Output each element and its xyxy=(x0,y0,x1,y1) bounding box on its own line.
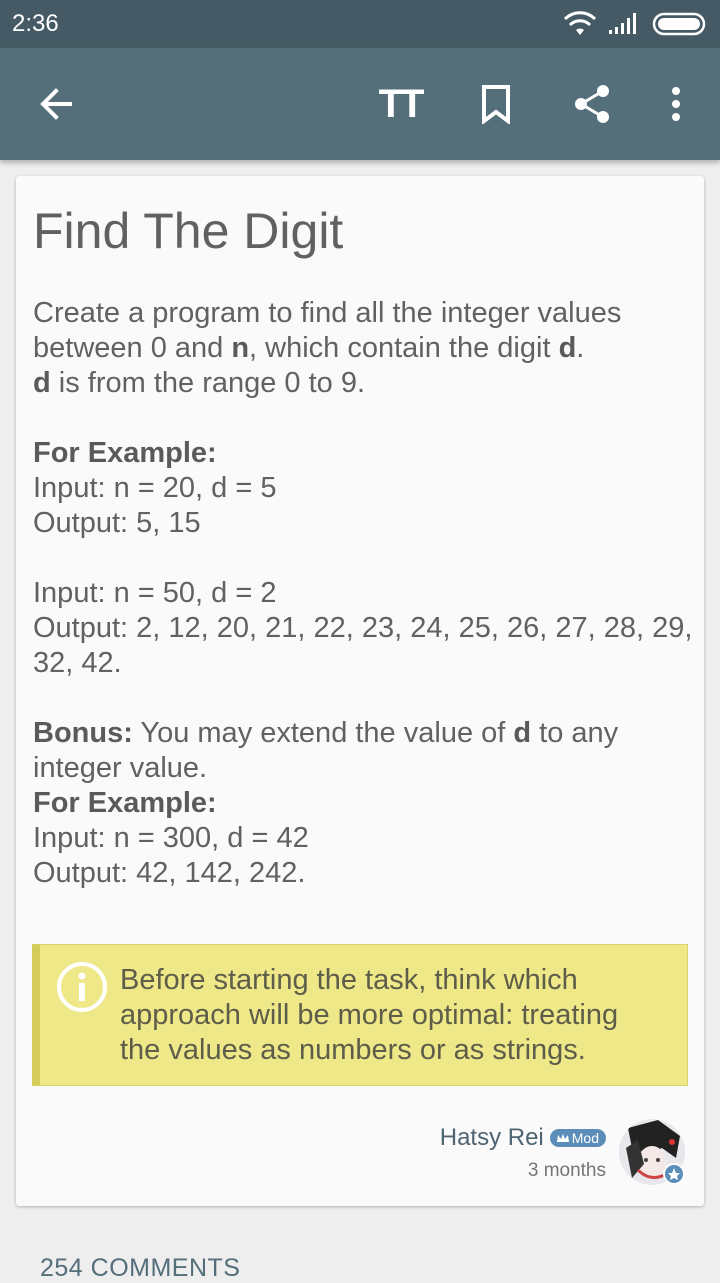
example-input: Input: n = 300, d = 42 xyxy=(33,822,309,854)
info-note: Before starting the task, think which ap… xyxy=(32,944,688,1086)
example-heading: For Example: xyxy=(33,437,217,469)
bonus-line: integer value. xyxy=(33,752,208,784)
info-icon xyxy=(57,962,107,1012)
bookmark-button[interactable] xyxy=(464,72,528,136)
example-heading: For Example: xyxy=(33,787,217,819)
share-icon xyxy=(575,85,609,123)
lesson-body: Create a program to find all the integer… xyxy=(33,296,693,891)
example-output: 32, 42. xyxy=(33,647,122,679)
example-output: Output: 2, 12, 20, 21, 22, 23, 24, 25, 2… xyxy=(33,612,693,644)
status-time: 2:36 xyxy=(12,10,59,37)
example-output: Output: 42, 142, 242. xyxy=(33,857,306,889)
battery-icon xyxy=(652,12,706,36)
note-text: Before starting the task, think which ap… xyxy=(120,964,619,1066)
share-button[interactable] xyxy=(560,72,624,136)
intro-line: d is from the range 0 to 9. xyxy=(33,367,366,399)
more-options-button[interactable] xyxy=(644,72,708,136)
author-info[interactable]: Hatsy Rei Mod 3 months xyxy=(440,1124,606,1182)
bonus-line: Bonus: You may extend the value of d to … xyxy=(33,717,619,749)
mod-badge: Mod xyxy=(549,1129,606,1147)
example-output: Output: 5, 15 xyxy=(33,507,201,539)
intro-line: between 0 and n, which contain the digit… xyxy=(33,332,585,364)
avatar[interactable] xyxy=(618,1118,686,1186)
example-input: Input: n = 50, d = 2 xyxy=(33,577,277,609)
text-size-button[interactable]: TT xyxy=(368,72,432,136)
post-time: 3 months xyxy=(527,1160,606,1181)
app-toolbar: TT xyxy=(0,48,720,160)
intro-line: Create a program to find all the integer… xyxy=(33,297,622,329)
signal-icon xyxy=(609,13,636,34)
wifi-icon xyxy=(564,11,596,35)
text-size-icon: TT xyxy=(378,81,425,126)
more-vert-icon xyxy=(672,87,680,121)
back-button[interactable] xyxy=(24,72,88,136)
avatar-image xyxy=(619,1119,685,1185)
lesson-card: Find The Digit Create a program to find … xyxy=(16,176,704,1206)
comments-count[interactable]: 254 COMMENTS xyxy=(40,1254,240,1283)
author-name[interactable]: Hatsy Rei xyxy=(440,1124,544,1152)
status-bar: 2:36 xyxy=(0,0,720,48)
lesson-title: Find The Digit xyxy=(33,203,344,259)
status-icons xyxy=(564,11,708,37)
crown-icon xyxy=(556,1133,569,1142)
bookmark-icon xyxy=(482,85,510,124)
arrow-back-icon xyxy=(40,88,72,120)
example-input: Input: n = 20, d = 5 xyxy=(33,472,277,504)
